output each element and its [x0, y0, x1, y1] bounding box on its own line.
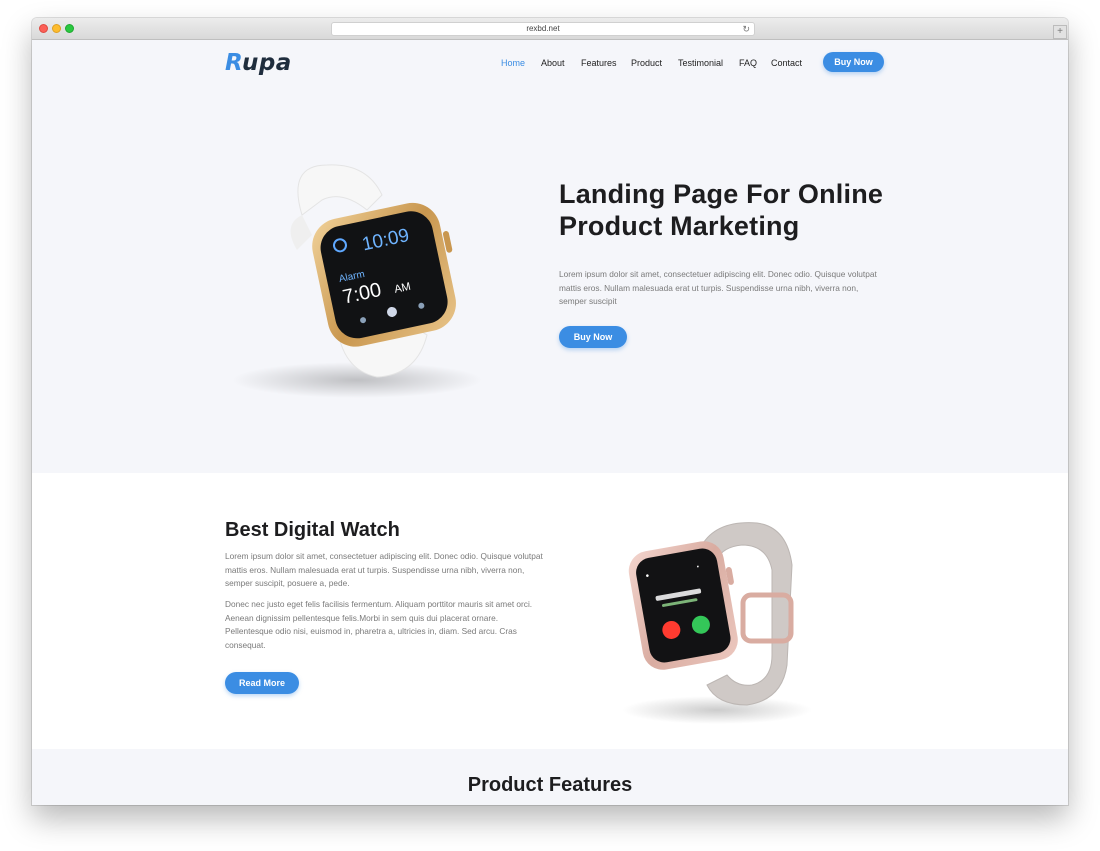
- nav-faq[interactable]: FAQ: [739, 58, 757, 68]
- new-tab-button[interactable]: +: [1053, 25, 1067, 39]
- browser-titlebar: rexbd.net ↻ +: [32, 18, 1068, 40]
- nav-testimonial[interactable]: Testimonial: [678, 58, 723, 68]
- minimize-window-button[interactable]: [52, 24, 61, 33]
- nav-buy-now-button[interactable]: Buy Now: [823, 52, 884, 72]
- product-features-title: Product Features: [467, 774, 633, 796]
- digital-watch-title: Best Digital Watch: [225, 519, 400, 541]
- address-text: rexbd.net: [526, 24, 560, 33]
- close-window-button[interactable]: [39, 24, 48, 33]
- read-more-button[interactable]: Read More: [225, 672, 299, 694]
- digital-watch-paragraph-2: Donec nec justo eget felis facilisis fer…: [225, 599, 533, 650]
- nav-about[interactable]: About: [541, 58, 565, 68]
- maximize-window-button[interactable]: [65, 24, 74, 33]
- browser-window: rexbd.net ↻ + Rupa Home About Features P…: [32, 18, 1068, 805]
- nav-features[interactable]: Features: [581, 58, 617, 68]
- brand-logo[interactable]: Rupa: [225, 50, 292, 76]
- digital-watch-section: Best Digital Watch Lorem ipsum dolor sit…: [32, 473, 1068, 749]
- nav-product[interactable]: Product: [631, 58, 662, 68]
- hero-title: Landing Page For Online Product Marketin…: [559, 179, 884, 241]
- digital-watch-image: ● ▪: [622, 522, 812, 724]
- reload-icon[interactable]: ↻: [742, 23, 750, 35]
- nav-contact[interactable]: Contact: [771, 58, 802, 68]
- nav-home[interactable]: Home: [501, 58, 525, 68]
- digital-watch-paragraph-1: Lorem ipsum dolor sit amet, consectetuer…: [225, 551, 543, 588]
- hero-description: Lorem ipsum dolor sit amet, consectetuer…: [559, 269, 877, 306]
- page-content: Rupa Home About Features Product Testimo…: [32, 40, 1068, 805]
- hero-buy-now-button[interactable]: Buy Now: [559, 326, 627, 348]
- hero-watch-image: 10:09 Alarm 7:00 AM: [232, 164, 482, 398]
- address-bar[interactable]: rexbd.net ↻: [331, 22, 755, 36]
